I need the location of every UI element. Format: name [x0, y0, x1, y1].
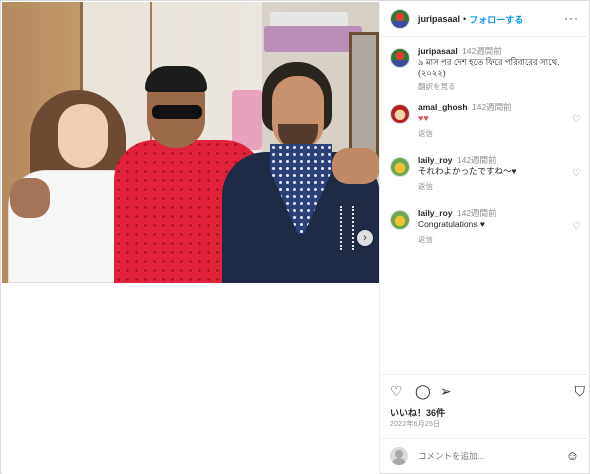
- comments-list: juripasaal 142週間前 ৯ মাস পর দেশ হতে ফিরে …: [380, 38, 590, 373]
- action-icons-row: ♡ ◯ ➢ ⛉: [390, 383, 585, 401]
- comment-like-heart-icon[interactable]: ♡: [572, 168, 581, 179]
- comment-input[interactable]: [418, 451, 568, 461]
- header-separator: •: [463, 14, 467, 24]
- comment-like-heart-icon[interactable]: ♡: [572, 114, 581, 125]
- post-photo[interactable]: ›: [2, 2, 379, 283]
- photo-shelf: [264, 26, 362, 52]
- comment-avatar[interactable]: [390, 157, 410, 177]
- comment-time: 142週間前: [471, 102, 512, 112]
- caption: juripasaal 142週間前 ৯ মাস পর দেশ হতে ফিরে …: [390, 46, 585, 92]
- photo-empty-area: [2, 283, 379, 474]
- caption-time: 142週間前: [462, 46, 502, 56]
- next-photo-button[interactable]: ›: [357, 230, 373, 246]
- like-heart-icon[interactable]: ♡: [390, 383, 403, 400]
- emoji-icon[interactable]: ☺: [566, 448, 579, 463]
- person-man-sunglasses: [152, 105, 202, 119]
- comment-item: laily_roy 142週間前 それわよかったですね～♥ 返信: [390, 155, 585, 192]
- save-bookmark-icon[interactable]: ⛉: [575, 383, 586, 400]
- post-header: juripasaal • フォローする ···: [380, 2, 590, 37]
- author-username[interactable]: juripasaal: [418, 14, 460, 24]
- caption-avatar[interactable]: [390, 48, 410, 68]
- translate-link[interactable]: 翻訳を見る: [418, 81, 568, 92]
- add-comment-bar: ☺: [380, 438, 590, 473]
- post-actions: ♡ ◯ ➢ ⛉ いいね！36件 2022年6月25日 ☺: [380, 374, 590, 473]
- caption-username[interactable]: juripasaal: [418, 46, 458, 56]
- comment-text: それわよかったですね～♥: [418, 166, 517, 176]
- comment-avatar[interactable]: [390, 104, 410, 124]
- comment-avatar[interactable]: [390, 210, 410, 230]
- author-avatar[interactable]: [390, 9, 410, 29]
- photo-mirror: [349, 32, 379, 162]
- reply-button[interactable]: 返信: [418, 181, 568, 192]
- reply-button[interactable]: 返信: [418, 234, 568, 245]
- caption-text: ৯ মাস পর দেশ হতে ফিরে পরিবারের সাথে. (২০…: [418, 57, 560, 78]
- photo-pink-cloth: [232, 90, 262, 150]
- comment-text: Congratulations ♥: [418, 219, 485, 229]
- post-side-panel: juripasaal • フォローする ··· juripasaal 142週間…: [379, 2, 590, 474]
- comment-like-heart-icon[interactable]: ♡: [572, 221, 581, 232]
- comment-time: 142週間前: [456, 208, 497, 218]
- comment-username[interactable]: amal_ghosh: [418, 102, 468, 112]
- person-man-arm: [10, 178, 50, 218]
- follow-button[interactable]: フォローする: [469, 13, 523, 26]
- comment-bubble-icon[interactable]: ◯: [415, 383, 431, 400]
- post-date: 2022年6月25日: [390, 421, 441, 428]
- likes-count[interactable]: いいね！36件: [390, 406, 445, 419]
- shirt-print: [340, 206, 354, 250]
- person-young-man-hand: [332, 148, 379, 184]
- reply-button[interactable]: 返信: [418, 128, 568, 139]
- post-modal: › juripasaal • フォローする ··· juripasaal 142…: [0, 0, 590, 474]
- comment-text: ♥♥: [418, 113, 429, 123]
- comment-username[interactable]: laily_roy: [418, 208, 453, 218]
- person-woman-face: [58, 104, 108, 168]
- current-user-avatar: [390, 447, 408, 465]
- comment-item: amal_ghosh 142週間前 ♥♥ 返信: [390, 102, 585, 139]
- comment-item: laily_roy 142週間前 Congratulations ♥ 返信: [390, 208, 585, 245]
- comment-username[interactable]: laily_roy: [418, 155, 453, 165]
- more-options-icon[interactable]: ···: [564, 11, 579, 25]
- person-man-hair: [145, 66, 207, 92]
- share-send-icon[interactable]: ➢: [440, 383, 452, 400]
- comment-time: 142週間前: [456, 155, 497, 165]
- chevron-right-icon: ›: [363, 232, 367, 244]
